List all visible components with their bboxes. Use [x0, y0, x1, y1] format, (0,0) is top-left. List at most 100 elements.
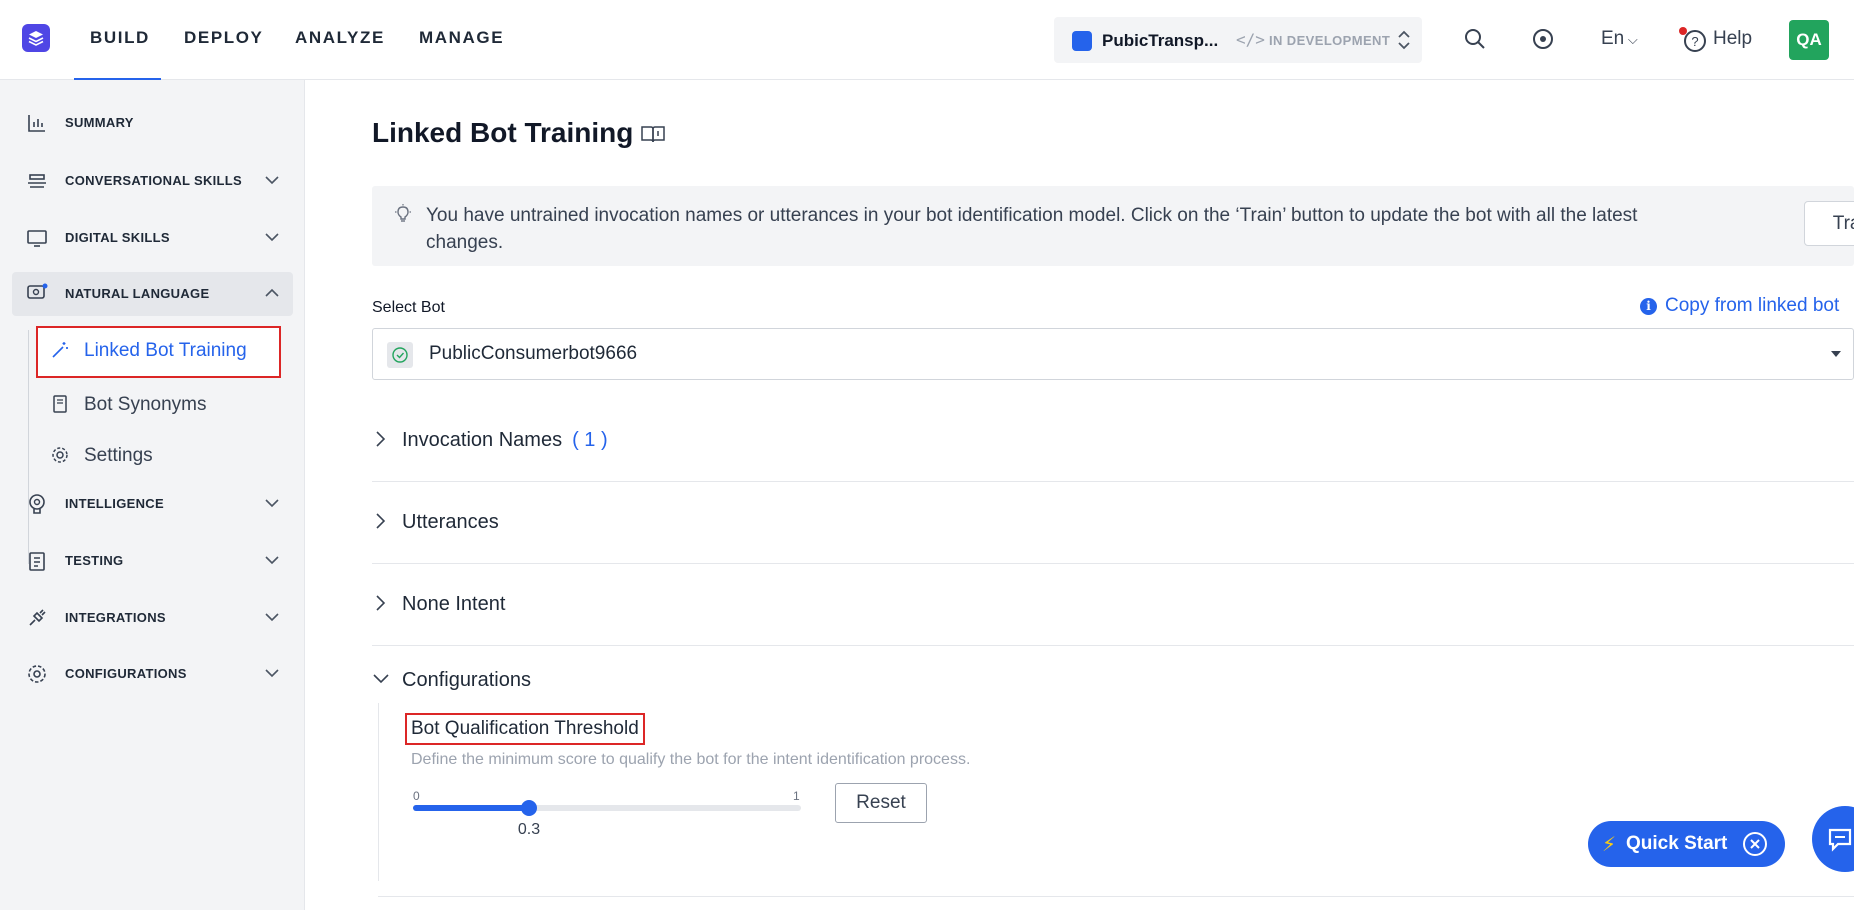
slider-min-label: 0 [413, 789, 420, 803]
lightning-icon: ⚡ [1602, 834, 1617, 856]
chevron-down-icon [265, 669, 279, 678]
train-button[interactable]: Train [1804, 201, 1854, 246]
accordion-title: Invocation Names( 1 ) [402, 429, 608, 451]
bot-chat-icon [1072, 31, 1092, 51]
help-label: Help [1713, 28, 1753, 49]
accordion-utterances[interactable]: Utterances [372, 482, 1854, 564]
slider-value: 0.3 [517, 821, 541, 838]
sidebar-subitem-settings[interactable]: Settings [36, 432, 290, 478]
threshold-slider[interactable]: 0.3 [413, 800, 801, 838]
slider-thumb[interactable] [521, 800, 537, 816]
nav-manage[interactable]: MANAGE [419, 28, 504, 48]
chevron-right-icon [376, 513, 386, 529]
slider-max-label: 1 [793, 789, 800, 803]
search-icon[interactable] [1462, 26, 1488, 52]
quick-start-label: Quick Start [1626, 833, 1728, 854]
banner-message: You have untrained invocation names or u… [426, 205, 1638, 253]
selected-bot-value: PublicConsumerbot9666 [429, 343, 638, 364]
speech-icon [27, 283, 48, 299]
bot-select-dropdown[interactable]: PublicConsumerbot9666 [372, 328, 1854, 380]
lightbulb-icon [395, 204, 411, 222]
target-icon[interactable] [1530, 26, 1556, 52]
quick-start-button[interactable]: ⚡ Quick Start [1588, 821, 1785, 867]
sidebar-subitem-linked-bot-training[interactable]: Linked Bot Training [36, 326, 281, 378]
chevron-down-icon [373, 674, 389, 684]
close-icon[interactable] [1743, 832, 1767, 856]
accordion-title: Configurations [402, 669, 531, 691]
sidebar-item-label: CONVERSATIONAL SKILLS [65, 173, 242, 188]
language-selector[interactable]: En ⌵ [1601, 28, 1638, 50]
caret-down-icon [1831, 351, 1841, 357]
accordion-configurations[interactable]: Configurations [372, 658, 1854, 708]
threshold-label: Bot Qualification Threshold [405, 713, 645, 745]
copy-from-linked-bot-link[interactable]: i Copy from linked bot [1640, 295, 1839, 317]
copy-link-label: Copy from linked bot [1665, 295, 1840, 316]
divider [378, 896, 1854, 897]
chevron-down-icon: ⌵ [1624, 32, 1638, 47]
avatar[interactable]: QA [1789, 20, 1829, 60]
chevron-up-icon [265, 288, 279, 297]
untrained-banner: You have untrained invocation names or u… [372, 186, 1854, 266]
chevron-down-icon [265, 499, 279, 508]
gear-icon [52, 447, 68, 463]
chevron-down-icon [265, 613, 279, 622]
bot-check-icon [387, 342, 413, 368]
sidebar-item-conversational-skills[interactable]: CONVERSATIONAL SKILLS [12, 159, 293, 203]
sidebar-item-label: INTELLIGENCE [65, 496, 164, 511]
sidebar-subitem-bot-synonyms[interactable]: Bot Synonyms [36, 381, 290, 427]
select-bot-label: Select Bot [372, 299, 445, 316]
main-content: Linked Bot Training You have untrained i… [306, 81, 1854, 910]
sidebar-subitem-label: Settings [84, 445, 153, 466]
open-book-icon[interactable] [640, 123, 666, 145]
sidebar-item-label: NATURAL LANGUAGE [65, 286, 210, 301]
sidebar-item-integrations[interactable]: INTEGRATIONS [12, 596, 293, 640]
help-circle-icon: ? [1684, 30, 1706, 52]
sidebar-item-label: CONFIGURATIONS [65, 666, 187, 681]
sidebar-item-configurations[interactable]: CONFIGURATIONS [12, 652, 293, 696]
slider-fill [413, 805, 529, 811]
sidebar: SUMMARY CONVERSATIONAL SKILLS DIGITAL SK… [0, 80, 305, 910]
accordion-invocation-names[interactable]: Invocation Names( 1 ) [372, 400, 1854, 482]
chevron-down-icon [265, 176, 279, 185]
accordion-title: Utterances [402, 511, 499, 533]
language-label: En [1601, 28, 1625, 49]
clipboard-icon [29, 552, 45, 571]
invocation-count: ( 1 ) [572, 429, 608, 451]
plug-icon [29, 609, 46, 626]
accordion-none-intent[interactable]: None Intent [372, 564, 1854, 646]
layers-icon [28, 174, 46, 188]
nav-build[interactable]: BUILD [90, 28, 150, 48]
chat-icon [1828, 828, 1852, 852]
book-icon [53, 395, 67, 413]
bar-chart-icon [28, 115, 45, 132]
chevron-down-icon [265, 233, 279, 242]
sidebar-item-label: INTEGRATIONS [65, 610, 166, 625]
top-bar: BUILD DEPLOY ANALYZE MANAGE PubicTransp.… [0, 0, 1854, 80]
app-name: PubicTransp... [1102, 31, 1219, 50]
sidebar-item-label: TESTING [65, 553, 124, 568]
accordion-title: None Intent [402, 593, 506, 615]
page-title: Linked Bot Training [372, 117, 634, 148]
sidebar-item-label: SUMMARY [65, 115, 134, 130]
sidebar-item-natural-language[interactable]: NATURAL LANGUAGE [12, 272, 293, 316]
threshold-description: Define the minimum score to qualify the … [411, 751, 971, 768]
nav-analyze[interactable]: ANALYZE [295, 28, 385, 48]
nav-deploy[interactable]: DEPLOY [184, 28, 264, 48]
submenu-rail [28, 330, 29, 564]
chevron-right-icon [376, 431, 386, 447]
reset-button[interactable]: Reset [835, 783, 927, 823]
chevron-down-icon [265, 556, 279, 565]
cogs-icon [28, 665, 46, 683]
sidebar-item-label: DIGITAL SKILLS [65, 230, 170, 245]
magic-wand-icon [52, 342, 68, 358]
chevron-updown-icon [1398, 30, 1410, 50]
app-switcher[interactable]: PubicTransp... </> IN DEVELOPMENT [1054, 17, 1422, 63]
chevron-right-icon [376, 595, 386, 611]
info-icon: i [1640, 298, 1657, 315]
sidebar-subitem-label: Linked Bot Training [84, 340, 247, 361]
app-logo-icon[interactable] [22, 24, 50, 52]
sidebar-item-intelligence[interactable]: INTELLIGENCE [12, 482, 293, 526]
sidebar-item-digital-skills[interactable]: DIGITAL SKILLS [12, 216, 293, 260]
sidebar-item-testing[interactable]: TESTING [12, 539, 293, 583]
sidebar-item-summary[interactable]: SUMMARY [12, 101, 293, 145]
